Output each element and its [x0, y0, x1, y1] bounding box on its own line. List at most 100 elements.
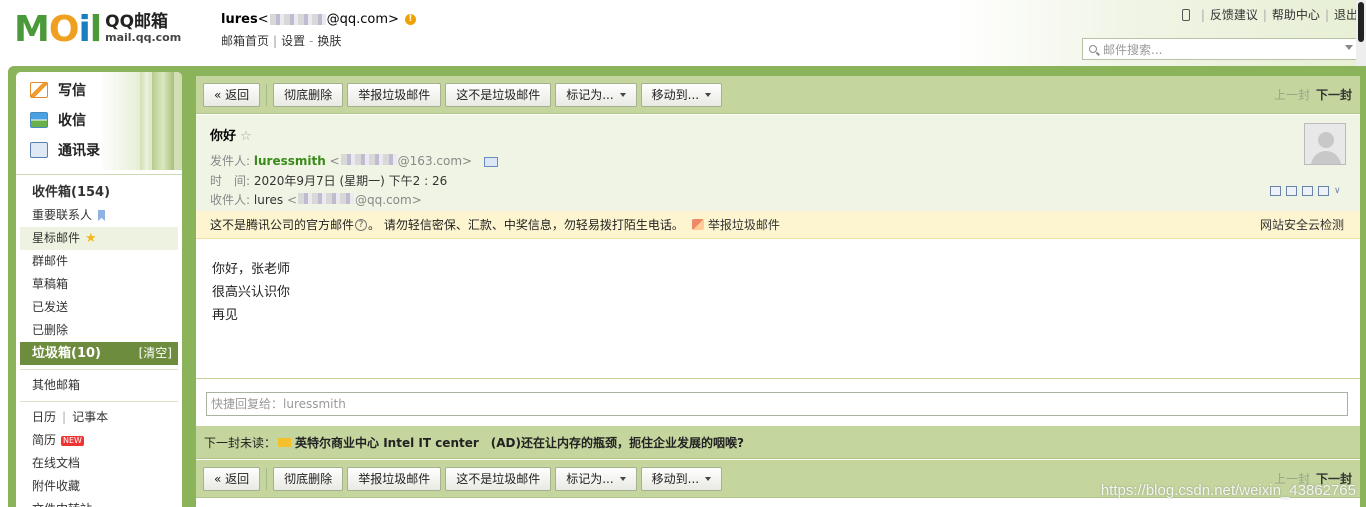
quick-reply-input[interactable]: 快捷回复给：luressmith — [206, 392, 1348, 416]
redacted-email — [298, 193, 355, 204]
alert-icon[interactable]: ! — [404, 14, 416, 25]
resume-link[interactable]: 简历 NEW — [16, 429, 182, 452]
move-to-dropdown[interactable]: 移动到... — [640, 466, 723, 491]
top-header: MOil QQ邮箱 mail.qq.com lures < @qq.com> !… — [0, 0, 1366, 66]
calendar-link[interactable]: 日历 — [32, 406, 56, 429]
recipient-email: @qq.com> — [355, 193, 422, 207]
report-spam-button[interactable]: 举报垃圾邮件 — [347, 82, 442, 107]
scrollbar[interactable] — [1356, 0, 1366, 66]
not-spam-button[interactable]: 这不是垃圾邮件 — [445, 466, 552, 491]
star-outline-icon[interactable]: ☆ — [240, 129, 252, 144]
compose-button[interactable]: 写信 — [30, 80, 86, 100]
folder-list: 收件箱(154) 重要联系人 星标邮件 ★ 群邮件 草稿箱 已发送 已删除 垃圾箱… — [16, 174, 182, 507]
clear-spam-link[interactable]: [清空] — [139, 342, 172, 365]
file-transfer-link[interactable]: 文件中转站 — [16, 498, 182, 507]
new-badge: NEW — [61, 435, 84, 446]
next-unread-bar: 下一封未读： 英特尔商业中心 Intel IT center (AD)还在让内存… — [196, 426, 1360, 459]
mail-subject: 你好 ☆ — [210, 129, 252, 144]
notice-report-spam-link[interactable]: 举报垃圾邮件 — [691, 216, 780, 233]
feedback-link[interactable]: 反馈建议 — [1210, 6, 1258, 23]
folder-sent[interactable]: 已发送 — [16, 296, 182, 319]
account-name: lures — [221, 12, 258, 27]
folder-deleted[interactable]: 已删除 — [16, 319, 182, 342]
quick-reply-area: 快捷回复给：luressmith — [196, 378, 1360, 426]
recipient-name[interactable]: lures — [254, 193, 283, 207]
sender-email: @163.com> — [397, 154, 473, 168]
prev-mail-link[interactable]: 上一封 — [1274, 88, 1310, 102]
help-link[interactable]: 帮助中心 — [1272, 6, 1320, 23]
new-window-icon[interactable] — [1270, 186, 1281, 196]
not-spam-button[interactable]: 这不是垃圾邮件 — [445, 82, 552, 107]
print-icon[interactable] — [1318, 186, 1329, 196]
chevron-down-icon — [705, 93, 712, 97]
account-info: lures < @qq.com> ! 邮箱首页 | 设置 - 换肤 — [221, 12, 416, 49]
contacts-button[interactable]: 通讯录 — [30, 140, 100, 160]
nav-skin-link[interactable]: 换肤 — [317, 34, 341, 48]
logout-link[interactable]: 退出 — [1334, 6, 1358, 23]
note-icon[interactable] — [1286, 186, 1297, 196]
mail-tools: ∨ — [1270, 186, 1344, 196]
sender-name[interactable]: luressmith — [254, 154, 326, 168]
sent-time: 2020年9月7日 (星期一) 下午2 : 26 — [253, 174, 448, 188]
help-question-icon[interactable]: ? — [355, 218, 368, 231]
search-icon — [1089, 45, 1097, 53]
body-line: 很高兴认识你 — [212, 285, 291, 300]
mark-as-dropdown[interactable]: 标记为... — [555, 466, 637, 491]
folder-drafts[interactable]: 草稿箱 — [16, 273, 182, 296]
top-toolbar: « 返回 彻底删除 举报垃圾邮件 这不是垃圾邮件 标记为... 移动到... 上… — [196, 76, 1360, 114]
folder-important-contacts[interactable]: 重要联系人 — [16, 204, 182, 227]
inbox-download-icon — [30, 112, 48, 128]
move-to-dropdown[interactable]: 移动到... — [640, 82, 723, 107]
save-icon[interactable] — [1302, 186, 1313, 196]
sender-avatar[interactable] — [1304, 123, 1346, 165]
report-spam-button[interactable]: 举报垃圾邮件 — [347, 466, 442, 491]
redacted-email — [269, 14, 326, 25]
folder-spam[interactable]: 垃圾箱(10) [清空] — [20, 342, 178, 365]
receive-button[interactable]: 收信 — [30, 110, 86, 130]
time-row: 时 间: 2020年9月7日 (星期一) 下午2 : 26 — [210, 174, 448, 188]
next-mail-link[interactable]: 下一封 — [1316, 88, 1352, 102]
online-docs-link[interactable]: 在线文档 — [16, 452, 182, 475]
mail-search-input[interactable]: 邮件搜索... — [1082, 38, 1360, 60]
back-button[interactable]: « 返回 — [203, 466, 261, 491]
report-icon — [691, 219, 704, 230]
back-button[interactable]: « 返回 — [203, 82, 261, 107]
attachments-link[interactable]: 附件收藏 — [16, 475, 182, 498]
top-links: | 反馈建议 | 帮助中心 | 退出 — [1181, 6, 1358, 23]
folder-starred[interactable]: 星标邮件 ★ — [20, 227, 178, 250]
delete-permanent-button[interactable]: 彻底删除 — [273, 466, 344, 491]
contact-card-icon[interactable] — [483, 156, 498, 167]
sender-row: 发件人: luressmith < @163.com> — [210, 152, 498, 169]
chevron-down-icon[interactable]: ∨ — [1334, 186, 1344, 196]
watermark: https://blog.csdn.net/weixin_43862765 — [1100, 482, 1356, 499]
contact-card-icon — [30, 142, 48, 158]
folder-group[interactable]: 群邮件 — [16, 250, 182, 273]
delete-permanent-button[interactable]: 彻底删除 — [273, 82, 344, 107]
folder-inbox[interactable]: 收件箱(154) — [16, 181, 182, 204]
mail-reader: « 返回 彻底删除 举报垃圾邮件 这不是垃圾邮件 标记为... 移动到... 上… — [196, 76, 1360, 507]
chevron-down-icon — [619, 93, 626, 97]
chevron-down-icon[interactable] — [1345, 45, 1353, 50]
brand-title: QQ邮箱 — [105, 12, 169, 32]
notebook-link[interactable]: 记事本 — [72, 406, 108, 429]
pencil-icon — [30, 82, 48, 98]
account-email: @qq.com> — [326, 12, 399, 27]
chevron-down-icon — [705, 477, 712, 481]
divider — [20, 369, 178, 370]
qq-mail-logo[interactable]: MOil QQ邮箱 mail.qq.com — [14, 10, 181, 50]
sidebar: 写信 收信 通讯录 收件箱(154) 重要联系人 星标邮件 ★ 群邮件 草稿箱 已… — [16, 72, 182, 507]
mark-as-dropdown[interactable]: 标记为... — [555, 82, 637, 107]
redacted-email — [340, 154, 397, 165]
folder-other-mailboxes[interactable]: 其他邮箱 — [16, 374, 182, 397]
phone-icon[interactable] — [1181, 8, 1190, 21]
logo-wordmark: MOil — [14, 9, 102, 50]
quick-actions: 写信 收信 通讯录 — [16, 72, 182, 170]
nav-settings-link[interactable]: 设置 — [281, 34, 305, 48]
star-icon: ★ — [85, 231, 97, 246]
chevron-down-icon — [619, 477, 626, 481]
nav-home-link[interactable]: 邮箱首页 — [221, 34, 269, 48]
mail-body: 你好，张老师 很高兴认识你 再见 — [212, 258, 290, 327]
security-check-link[interactable]: 网站安全云检测 — [1260, 216, 1344, 233]
next-unread-subject[interactable]: 英特尔商业中心 Intel IT center (AD)还在让内存的瓶颈，扼住企… — [295, 434, 744, 451]
recipient-row: 收件人: lures < @qq.com> — [210, 193, 422, 207]
